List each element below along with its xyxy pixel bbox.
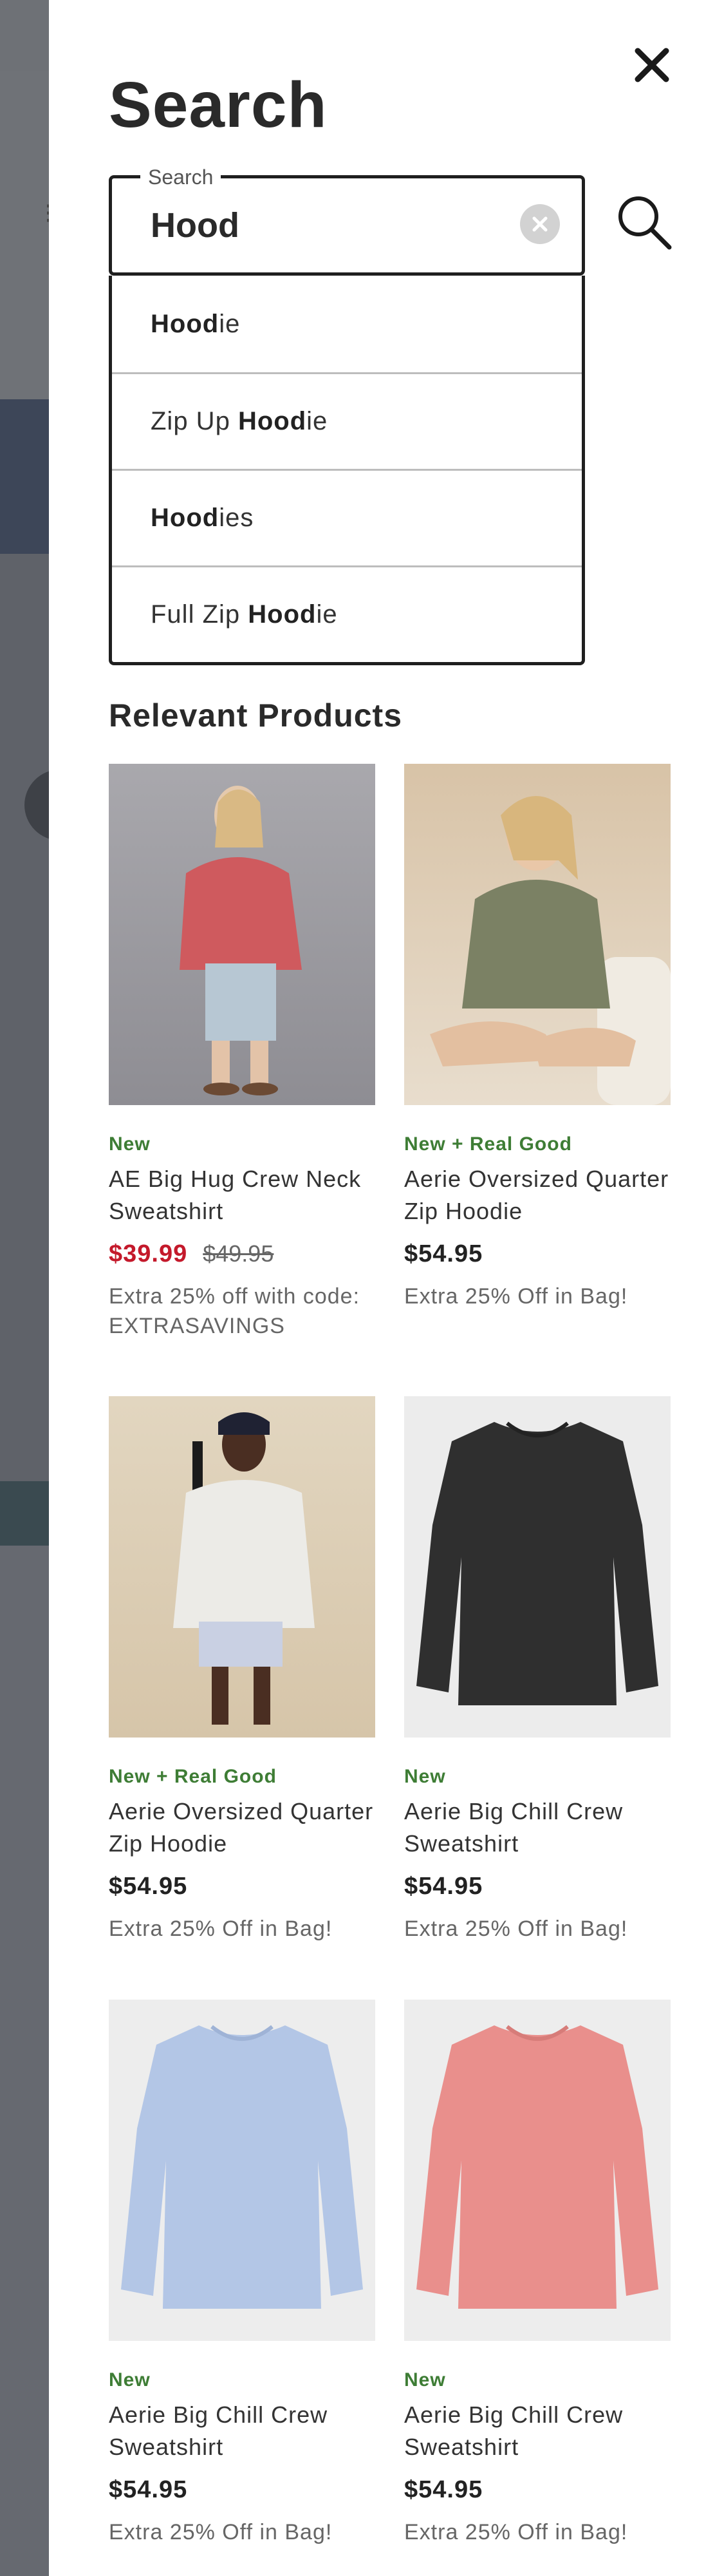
search-field-label: Search [140, 166, 221, 189]
suggestion-suffix: ies [219, 504, 254, 532]
product-promo: Extra 25% Off in Bag! [109, 2520, 333, 2544]
suggestion-match: Hood [151, 309, 219, 338]
product-card[interactable]: New Aerie Big Chill Crew Sweatshirt $54.… [404, 1396, 671, 1944]
product-image[interactable] [109, 2000, 375, 2341]
product-card[interactable]: New AE Big Hug Crew Neck Sweatshirt $39.… [109, 764, 375, 1341]
product-price: $54.95 [109, 2476, 188, 2503]
product-image[interactable] [404, 764, 671, 1105]
suggestion-item[interactable]: Hood ies [112, 469, 582, 565]
product-card[interactable]: New Aerie Big Chill Crew Sweatshirt $54.… [109, 2000, 375, 2547]
suggestion-match: Hood [237, 407, 307, 435]
product-badge: New [404, 2369, 446, 2391]
suggestion-suffix: ie [219, 309, 241, 338]
clear-search-button[interactable] [520, 204, 560, 244]
product-badge: New + Real Good [109, 1766, 277, 1787]
product-price: $54.95 [109, 1873, 188, 1900]
product-badge: New [404, 1766, 446, 1787]
pink-sweatshirt-model-photo [180, 786, 302, 1095]
page-title: Search [109, 69, 328, 141]
search-submit-button[interactable] [615, 193, 673, 251]
background-image [0, 1481, 51, 1546]
suggestion-prefix: Full Zip [151, 600, 248, 629]
product-badge: New [109, 2369, 151, 2391]
product-price: $54.95 [404, 1240, 483, 1267]
product-price: $54.95 [404, 2476, 483, 2503]
close-icon [635, 48, 669, 82]
suggestion-item[interactable]: Hood ie [112, 276, 582, 372]
suggestion-item[interactable]: Full Zip Hood ie [112, 565, 582, 662]
product-promo: Extra 25% Off in Bag! [109, 1917, 333, 1941]
product-name[interactable]: AE Big Hug Crew Neck Sweatshirt [109, 1163, 375, 1227]
search-suggestions-list: Hood ie Zip Up Hood ie Hood ies Full Zip Ho… [109, 276, 585, 665]
search-input[interactable]: Hood [151, 205, 239, 245]
product-badge: New + Real Good [404, 1133, 572, 1155]
suggestion-item[interactable]: Zip Up Hood ie [112, 372, 582, 469]
suggestion-suffix: ie [316, 600, 338, 629]
product-image[interactable] [404, 1396, 671, 1738]
product-promo: Extra 25% off with code: EXTRASAVINGS [109, 1284, 360, 1338]
product-name[interactable]: Aerie Oversized Quarter Zip Hoodie [404, 1163, 671, 1227]
product-promo: Extra 25% Off in Bag! [404, 1284, 628, 1309]
product-name[interactable]: Aerie Oversized Quarter Zip Hoodie [109, 1795, 375, 1860]
product-card[interactable]: New + Real Good Aerie Oversized Quarter … [109, 1396, 375, 1944]
product-promo: Extra 25% Off in Bag! [404, 2520, 628, 2544]
olive-hoodie-model-photo [430, 796, 671, 1105]
product-image[interactable] [404, 2000, 671, 2341]
clear-icon [532, 216, 548, 232]
suggestion-prefix: Zip Up [151, 407, 238, 435]
light-blue-sweatshirt-photo [121, 2025, 363, 2309]
product-card[interactable]: New Aerie Big Chill Crew Sweatshirt $54.… [404, 2000, 671, 2547]
product-name[interactable]: Aerie Big Chill Crew Sweatshirt [109, 2399, 375, 2463]
product-price: $54.95 [404, 1873, 483, 1900]
product-card[interactable]: New + Real Good Aerie Oversized Quarter … [404, 764, 671, 1311]
product-name[interactable]: Aerie Big Chill Crew Sweatshirt [404, 1795, 671, 1860]
product-promo: Extra 25% Off in Bag! [404, 1917, 628, 1941]
product-sale-price: $39.99 [109, 1240, 188, 1267]
suggestion-match: Hood [248, 600, 317, 629]
black-sweatshirt-photo [416, 1421, 658, 1705]
product-original-price: $49.95 [203, 1240, 274, 1267]
product-image[interactable] [109, 1396, 375, 1738]
suggestion-match: Hood [151, 504, 219, 532]
suggestion-suffix: ie [306, 407, 328, 435]
search-drawer: Search Search Hood Hood ie Zip Up Hood ie … [49, 0, 724, 2576]
search-field[interactable]: Search Hood [109, 166, 585, 276]
product-badge: New [109, 1133, 151, 1155]
coral-sweatshirt-photo [416, 2025, 658, 2309]
white-hoodie-model-photo [173, 1412, 315, 1725]
product-name[interactable]: Aerie Big Chill Crew Sweatshirt [404, 2399, 671, 2463]
search-icon [618, 196, 672, 250]
product-image[interactable] [109, 764, 375, 1105]
relevant-products-heading: Relevant Products [109, 697, 403, 734]
close-button[interactable] [626, 39, 678, 91]
